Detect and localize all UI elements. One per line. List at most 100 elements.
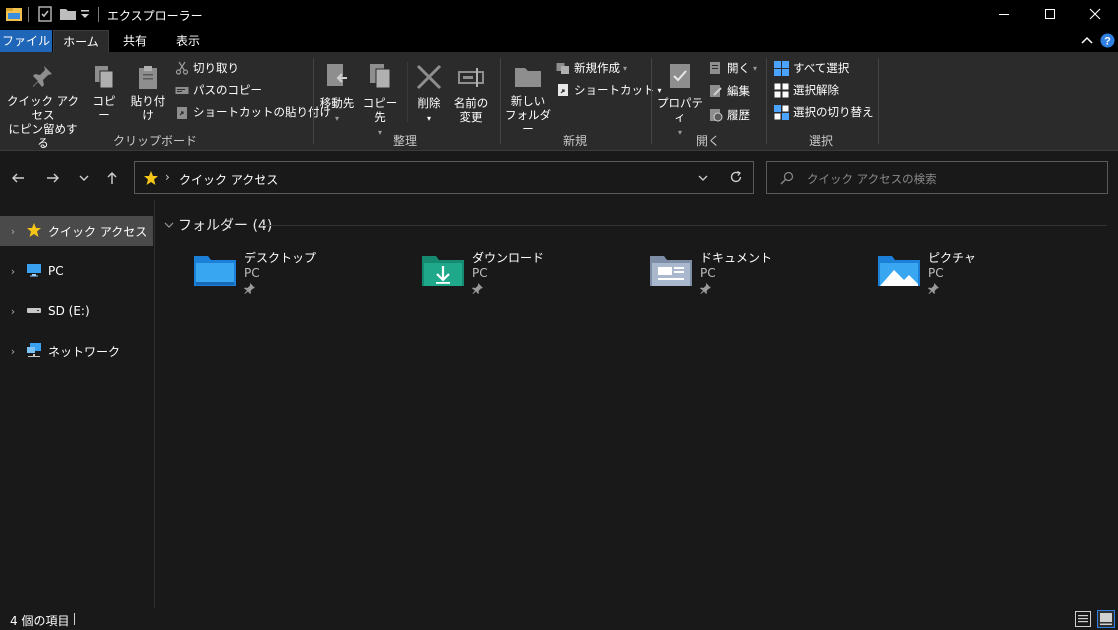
- copy-path-button[interactable]: パスのコピー: [175, 80, 262, 100]
- tab-file[interactable]: ファイル: [0, 30, 52, 52]
- tab-home[interactable]: ホーム: [53, 30, 109, 52]
- maximize-icon: [1045, 9, 1055, 19]
- expand-chevron-icon[interactable]: ›: [0, 265, 26, 278]
- minimize-button[interactable]: [981, 0, 1027, 28]
- properties-button[interactable]: プロパティ ▾: [655, 62, 705, 140]
- pin-icon: [472, 283, 483, 297]
- cut-button[interactable]: 切り取り: [175, 58, 239, 78]
- copy-path-icon: [175, 87, 189, 94]
- help-icon[interactable]: ?: [1100, 33, 1115, 51]
- search-icon: [780, 171, 794, 188]
- folders-section-header[interactable]: フォルダー (4): [163, 215, 272, 235]
- details-view-icon[interactable]: [1075, 611, 1091, 630]
- large-icons-view-icon[interactable]: [1097, 610, 1115, 630]
- back-arrow-icon: [12, 173, 24, 183]
- folder-tile-downloads[interactable]: ダウンロード PC: [422, 246, 642, 302]
- select-none-button[interactable]: 選択解除: [774, 80, 839, 100]
- delete-button[interactable]: 削除 ▾: [412, 62, 446, 126]
- refresh-icon[interactable]: [729, 170, 743, 187]
- rename-icon: [458, 68, 484, 87]
- invert-selection-button[interactable]: 選択の切り替え: [774, 102, 874, 122]
- copy-icon: [95, 66, 114, 89]
- explorer-app-icon: [5, 5, 23, 25]
- move-to-button[interactable]: 移動先 ▾: [318, 62, 356, 126]
- window-title: エクスプローラー: [107, 9, 203, 23]
- customize-qat-icon[interactable]: [80, 8, 90, 28]
- pin-icon: [244, 283, 255, 297]
- ribbon: クイック アクセス にピン留めする コピー 貼り付け 切り取り パスのコピー シ…: [0, 52, 1118, 151]
- nav-item-pc[interactable]: › PC: [0, 256, 153, 286]
- easy-access-button[interactable]: ショートカット ▾: [556, 80, 662, 100]
- expand-chevron-icon[interactable]: ›: [0, 345, 26, 358]
- up-button[interactable]: [100, 166, 124, 190]
- breadcrumb-chevron-icon[interactable]: ›: [261, 170, 266, 184]
- new-item-button[interactable]: 新規作成 ▾: [556, 58, 627, 78]
- folder-tile-documents[interactable]: ドキュメント PC: [650, 246, 870, 302]
- ribbon-tab-bar: ファイル ホーム 共有 表示 ?: [0, 30, 1118, 52]
- up-arrow-icon: [107, 172, 117, 184]
- svg-text:?: ?: [1104, 36, 1111, 48]
- forward-button[interactable]: [41, 166, 65, 190]
- copy-to-button[interactable]: コピー先 ▾: [359, 62, 401, 140]
- pin-to-quick-access-button[interactable]: クイック アクセス にピン留めする: [4, 64, 82, 150]
- group-label-organize: 整理: [392, 134, 417, 148]
- title-bar: エクスプローラー: [0, 0, 1118, 30]
- back-button[interactable]: [6, 166, 30, 190]
- network-icon: [26, 342, 42, 361]
- select-all-icon: [774, 60, 789, 76]
- new-item-icon: [556, 63, 569, 74]
- properties-quick-icon[interactable]: [36, 5, 54, 25]
- address-bar[interactable]: › クイック アクセス ›: [134, 161, 754, 194]
- collapse-ribbon-icon[interactable]: [1080, 34, 1094, 51]
- nav-item-quick-access[interactable]: › クイック アクセス: [0, 216, 153, 246]
- new-folder-button[interactable]: 新しい フォルダー: [504, 64, 552, 136]
- downloads-folder-icon: [422, 252, 464, 291]
- copy-to-icon: [370, 64, 391, 89]
- maximize-button[interactable]: [1027, 0, 1073, 28]
- history-button[interactable]: 履歴: [709, 105, 750, 125]
- close-icon: [1089, 8, 1101, 20]
- select-none-icon: [774, 83, 789, 97]
- group-label-new: 新規: [562, 134, 587, 148]
- nav-item-sd-drive[interactable]: › SD (E:): [0, 296, 153, 326]
- recent-locations-button[interactable]: [72, 166, 96, 190]
- forward-arrow-icon: [47, 173, 59, 183]
- edit-button[interactable]: 編集: [709, 81, 750, 101]
- expand-chevron-icon[interactable]: ›: [0, 305, 26, 318]
- copy-button[interactable]: コピー: [87, 64, 121, 122]
- status-divider: [74, 613, 75, 625]
- folder-tile-pictures[interactable]: ピクチャ PC: [878, 246, 1098, 302]
- shortcut-icon: [558, 84, 568, 96]
- desktop-folder-icon: [194, 252, 236, 291]
- documents-folder-icon: [650, 252, 692, 291]
- breadcrumb-separator-icon[interactable]: ›: [165, 170, 170, 184]
- select-all-button[interactable]: すべて選択: [774, 58, 849, 78]
- star-icon: [26, 222, 42, 241]
- collapse-chevron-icon: [164, 222, 174, 228]
- section-title: フォルダー (4): [178, 218, 273, 234]
- pin-icon: [33, 66, 52, 87]
- address-dropdown-icon[interactable]: [697, 172, 709, 187]
- nav-item-network[interactable]: › ネットワーク: [0, 336, 153, 366]
- paste-shortcut-button[interactable]: ショートカットの貼り付け: [175, 102, 331, 122]
- folder-tile-desktop[interactable]: デスクトップ PC: [194, 246, 414, 302]
- paste-icon: [139, 66, 157, 89]
- drive-icon: [26, 302, 42, 321]
- item-count: 4 個の項目: [10, 614, 70, 628]
- open-button[interactable]: 開く ▾: [709, 58, 757, 78]
- section-divider: [262, 225, 1107, 226]
- edit-icon: [710, 85, 722, 97]
- expand-chevron-icon[interactable]: ›: [0, 225, 26, 238]
- rename-button[interactable]: 名前の 変更: [450, 62, 492, 124]
- tab-share[interactable]: 共有: [111, 30, 159, 52]
- paste-button[interactable]: 貼り付け: [126, 64, 170, 122]
- minimize-icon: [999, 14, 1009, 15]
- tab-view[interactable]: 表示: [163, 30, 213, 52]
- history-icon: [710, 109, 723, 122]
- chevron-down-icon: [79, 175, 89, 181]
- close-button[interactable]: [1072, 0, 1118, 28]
- pc-icon: [26, 262, 42, 281]
- new-folder-quick-icon[interactable]: [59, 5, 77, 25]
- status-bar: 4 個の項目: [0, 608, 1118, 630]
- search-input[interactable]: クイック アクセスの検索: [766, 161, 1108, 194]
